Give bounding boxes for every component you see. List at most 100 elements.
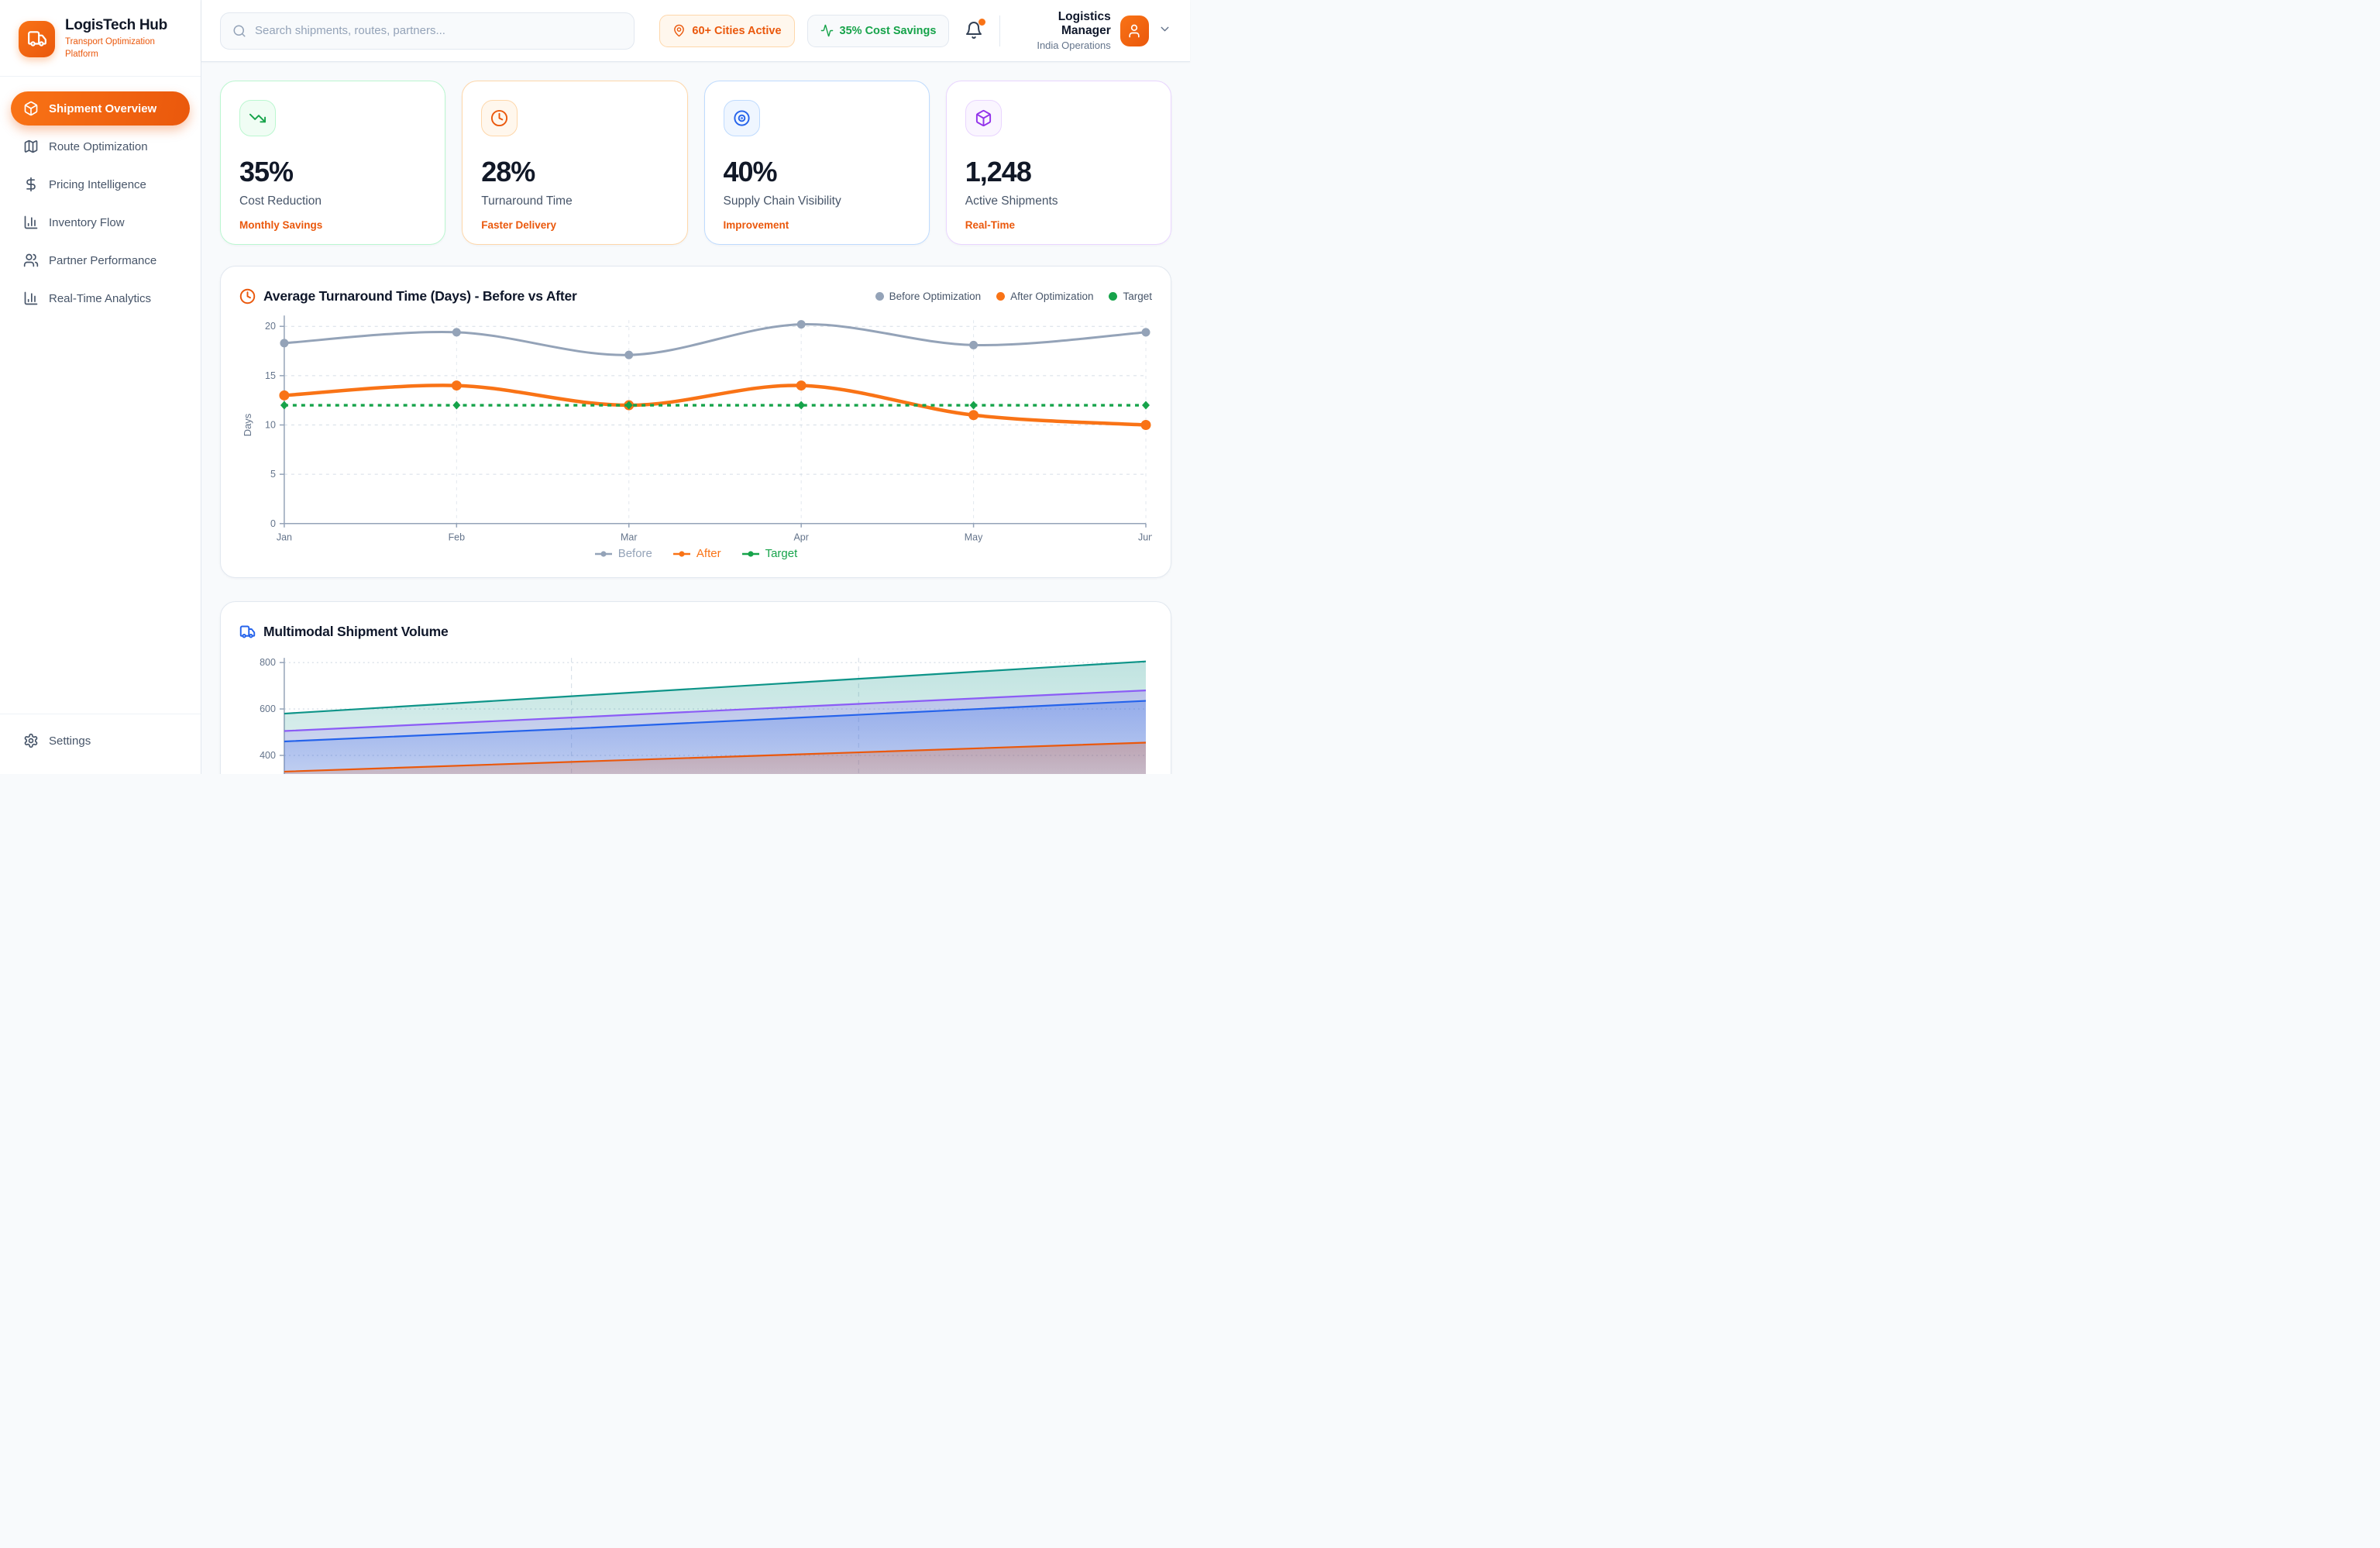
line-marker-icon — [594, 550, 613, 558]
sidebar-item-label: Settings — [49, 734, 91, 748]
chevron-down-icon — [1158, 22, 1171, 36]
sidebar-item-label: Route Optimization — [49, 140, 148, 153]
search-box[interactable] — [220, 12, 635, 50]
truck-icon — [239, 624, 256, 640]
topbar-divider — [999, 15, 1000, 46]
stat-card-turnaround-time: 28% Turnaround Time Faster Delivery — [462, 81, 687, 245]
stat-card-cost-reduction: 35% Cost Reduction Monthly Savings — [220, 81, 445, 245]
bar-chart-icon — [23, 291, 39, 306]
svg-text:Apr: Apr — [793, 532, 808, 542]
brand-block: LogisTech Hub Transport Optimization Pla… — [0, 0, 201, 77]
svg-text:Jan: Jan — [277, 532, 292, 542]
multimodal-chart-card: Multimodal Shipment Volume 400 600 800 — [220, 601, 1171, 774]
turnaround-chart-title: Average Turnaround Time (Days) - Before … — [263, 288, 577, 304]
user-menu-chevron[interactable] — [1158, 22, 1171, 40]
package-icon — [965, 100, 1002, 136]
svg-text:800: 800 — [260, 657, 276, 668]
stat-value: 1,248 — [965, 156, 1152, 188]
map-icon — [23, 139, 39, 154]
dollar-sign-icon — [23, 177, 39, 192]
user-menu[interactable]: Logistics Manager India Operations — [1013, 10, 1171, 51]
brand-text: LogisTech Hub Transport Optimization Pla… — [65, 17, 167, 60]
gear-icon — [23, 733, 39, 748]
app-root: LogisTech Hub Transport Optimization Pla… — [0, 0, 1190, 774]
content: 35% Cost Reduction Monthly Savings 28% T… — [201, 62, 1190, 774]
svg-text:Mar: Mar — [621, 532, 637, 542]
turnaround-legend-top: Before Optimization After Optimization T… — [875, 291, 1152, 302]
user-name: Logistics Manager — [1013, 10, 1111, 38]
legend-label: After — [696, 547, 721, 560]
legend-bottom-after: After — [672, 547, 721, 560]
stat-card-supply-chain-visibility: 40% Supply Chain Visibility Improvement — [704, 81, 930, 245]
user-text: Logistics Manager India Operations — [1013, 10, 1111, 51]
sidebar-item-shipment-overview[interactable]: Shipment Overview — [11, 91, 190, 126]
user-org: India Operations — [1013, 40, 1111, 51]
line-marker-icon — [741, 550, 760, 558]
sidebar: LogisTech Hub Transport Optimization Pla… — [0, 0, 201, 774]
avatar[interactable] — [1120, 15, 1149, 46]
sidebar-item-settings[interactable]: Settings — [11, 724, 190, 758]
svg-text:May: May — [965, 532, 983, 542]
package-icon — [23, 101, 39, 116]
user-icon — [1126, 23, 1142, 39]
legend-bottom-before: Before — [594, 547, 652, 560]
notifications-button[interactable] — [965, 21, 984, 41]
line-marker-icon — [672, 550, 691, 558]
sidebar-item-label: Real-Time Analytics — [49, 292, 151, 305]
notification-dot — [978, 19, 985, 26]
trending-down-icon — [239, 100, 276, 136]
turnaround-chart-header: Average Turnaround Time (Days) - Before … — [239, 282, 1152, 310]
stat-sublabel: Monthly Savings — [239, 219, 426, 231]
cities-active-label: 60+ Cities Active — [692, 25, 781, 37]
cost-savings-badge[interactable]: 35% Cost Savings — [807, 15, 950, 47]
stat-value: 35% — [239, 156, 426, 188]
sidebar-item-inventory-flow[interactable]: Inventory Flow — [11, 205, 190, 239]
multimodal-chart-header: Multimodal Shipment Volume — [239, 617, 1152, 645]
main-area: 60+ Cities Active 35% Cost Savings Logis… — [201, 0, 1190, 774]
stat-label: Supply Chain Visibility — [724, 194, 910, 208]
svg-text:400: 400 — [260, 750, 276, 761]
search-input[interactable] — [255, 24, 622, 37]
map-pin-icon — [672, 24, 686, 37]
multimodal-chart-title: Multimodal Shipment Volume — [263, 624, 449, 640]
legend-label: Target — [765, 547, 798, 560]
legend-bottom-target: Target — [741, 547, 798, 560]
brand-subtitle: Transport Optimization Platform — [65, 36, 167, 60]
legend-dot-after — [996, 292, 1005, 301]
sidebar-item-label: Partner Performance — [49, 254, 156, 267]
legend-label: Before — [618, 547, 652, 560]
stat-label: Active Shipments — [965, 194, 1152, 208]
stat-sublabel: Faster Delivery — [481, 219, 668, 231]
svg-text:Jun: Jun — [1138, 532, 1152, 542]
brand-title: LogisTech Hub — [65, 17, 167, 34]
stat-label: Turnaround Time — [481, 194, 668, 208]
clock-icon — [481, 100, 518, 136]
sidebar-item-route-optimization[interactable]: Route Optimization — [11, 129, 190, 163]
legend-item-target: Target — [1109, 291, 1152, 302]
stat-label: Cost Reduction — [239, 194, 426, 208]
search-icon — [232, 24, 246, 38]
sidebar-item-partner-performance[interactable]: Partner Performance — [11, 243, 190, 277]
stats-grid: 35% Cost Reduction Monthly Savings 28% T… — [220, 81, 1171, 245]
legend-item-before: Before Optimization — [875, 291, 982, 302]
sidebar-item-label: Pricing Intelligence — [49, 178, 146, 191]
sidebar-item-real-time-analytics[interactable]: Real-Time Analytics — [11, 281, 190, 315]
eye-icon — [724, 100, 760, 136]
turnaround-line-chart: 05101520JanFebMarAprMayJunDays — [239, 310, 1152, 542]
legend-dot-before — [875, 292, 884, 301]
users-icon — [23, 253, 39, 268]
stat-sublabel: Real-Time — [965, 219, 1152, 231]
svg-text:20: 20 — [265, 321, 276, 332]
activity-icon — [820, 24, 834, 37]
sidebar-item-pricing-intelligence[interactable]: Pricing Intelligence — [11, 167, 190, 201]
cities-active-badge[interactable]: 60+ Cities Active — [659, 15, 794, 47]
legend-item-after: After Optimization — [996, 291, 1093, 302]
sidebar-nav: Shipment Overview Route Optimization Pri… — [0, 77, 201, 319]
stat-value: 28% — [481, 156, 668, 188]
svg-text:Days: Days — [242, 413, 253, 436]
stat-sublabel: Improvement — [724, 219, 910, 231]
stat-card-active-shipments: 1,248 Active Shipments Real-Time — [946, 81, 1171, 245]
legend-dot-target — [1109, 292, 1117, 301]
svg-text:Feb: Feb — [449, 532, 466, 542]
svg-text:600: 600 — [260, 703, 276, 714]
